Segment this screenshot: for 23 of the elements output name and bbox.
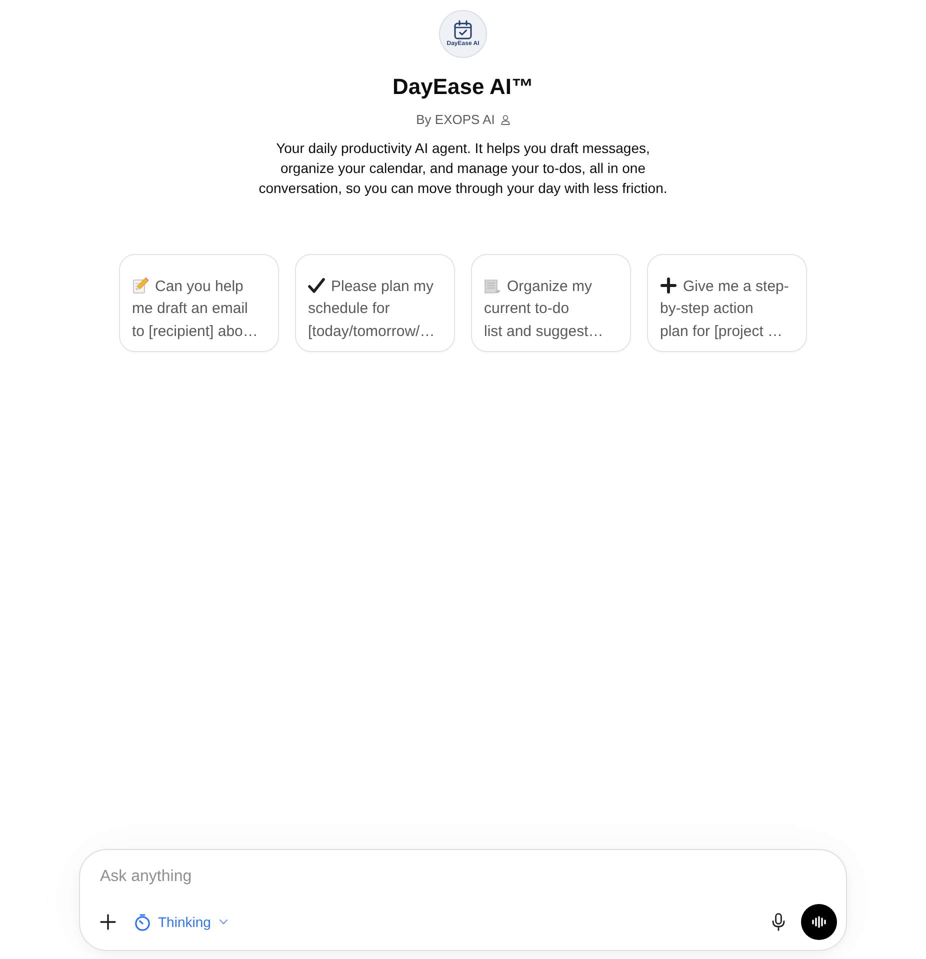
message-input[interactable]: Ask anything bbox=[100, 864, 400, 890]
suggestion-card[interactable]: Can you help me draft an email to [recipient] abo… bbox=[119, 254, 279, 352]
calendar-icon bbox=[453, 20, 473, 40]
page-icon bbox=[484, 276, 501, 294]
plus-icon bbox=[660, 276, 677, 294]
author-name: By EXOPS AI bbox=[416, 111, 495, 129]
dictate-button[interactable] bbox=[772, 913, 785, 931]
timer-icon bbox=[134, 914, 151, 930]
plus-icon bbox=[100, 914, 116, 930]
agent-name: DayEase AI™ bbox=[392, 73, 534, 101]
suggestion-card[interactable]: Organize my current to-do list and suggest… bbox=[471, 254, 631, 352]
mode-button[interactable]: Thinking bbox=[134, 912, 228, 932]
memo-icon bbox=[132, 276, 149, 294]
suggestion-card[interactable]: Please plan my schedule for [today/tomorrow/… bbox=[295, 254, 455, 352]
waveform-icon bbox=[812, 916, 826, 928]
add-button[interactable] bbox=[100, 914, 116, 930]
agent-description: Your daily productivity AI agent. It helps you draft messages, organize your calendar, and manage your to-dos, all in one conversation, so you can move through your day with less friction. bbox=[258, 139, 668, 198]
chevron-down-icon bbox=[218, 919, 228, 925]
suggestion-card[interactable]: Give me a step- by-step action plan for [project … bbox=[647, 254, 807, 352]
voice-button[interactable] bbox=[801, 904, 837, 940]
microphone-icon bbox=[772, 913, 785, 931]
check-icon bbox=[308, 276, 325, 294]
person-icon bbox=[500, 115, 510, 125]
